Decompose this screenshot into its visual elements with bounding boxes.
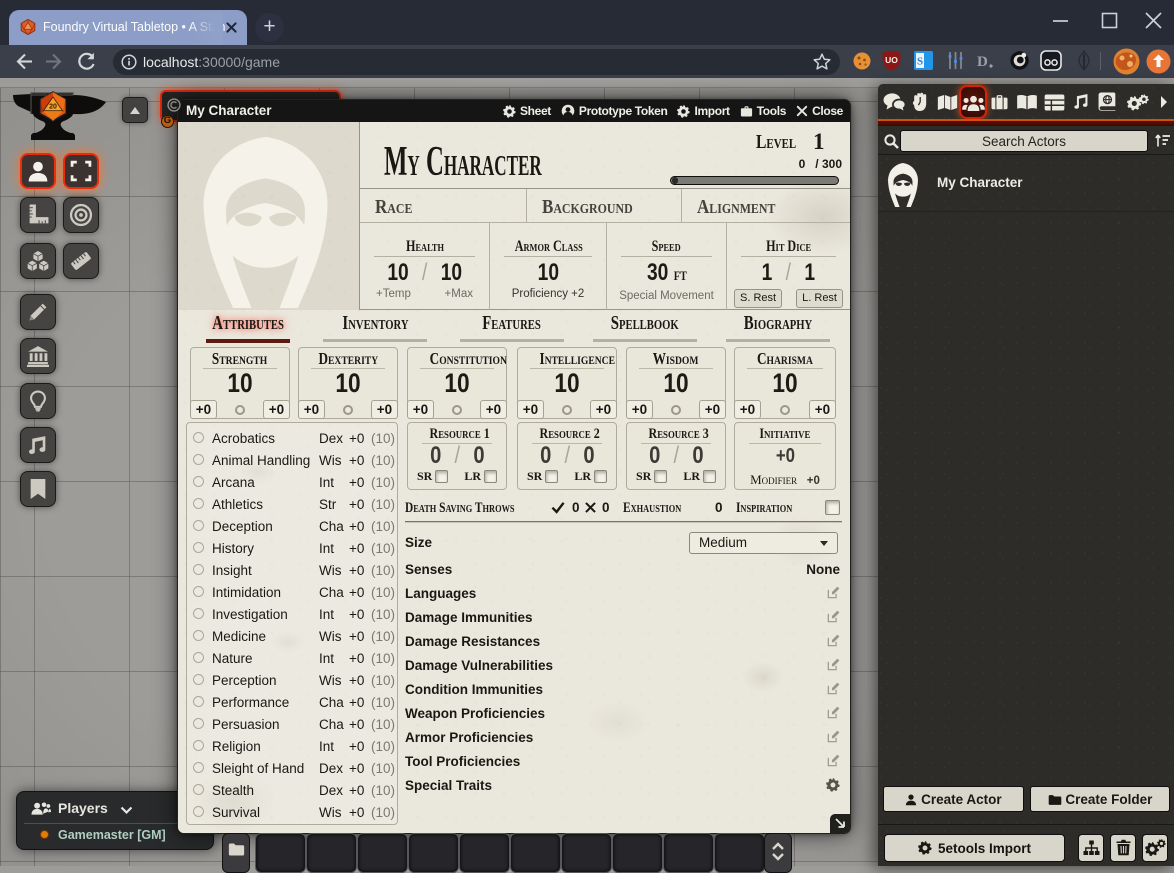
svg-text:20: 20 [49,104,57,111]
svg-text:D: D [977,54,988,70]
svg-text:S: S [917,56,923,68]
svg-text:UO: UO [885,55,898,65]
